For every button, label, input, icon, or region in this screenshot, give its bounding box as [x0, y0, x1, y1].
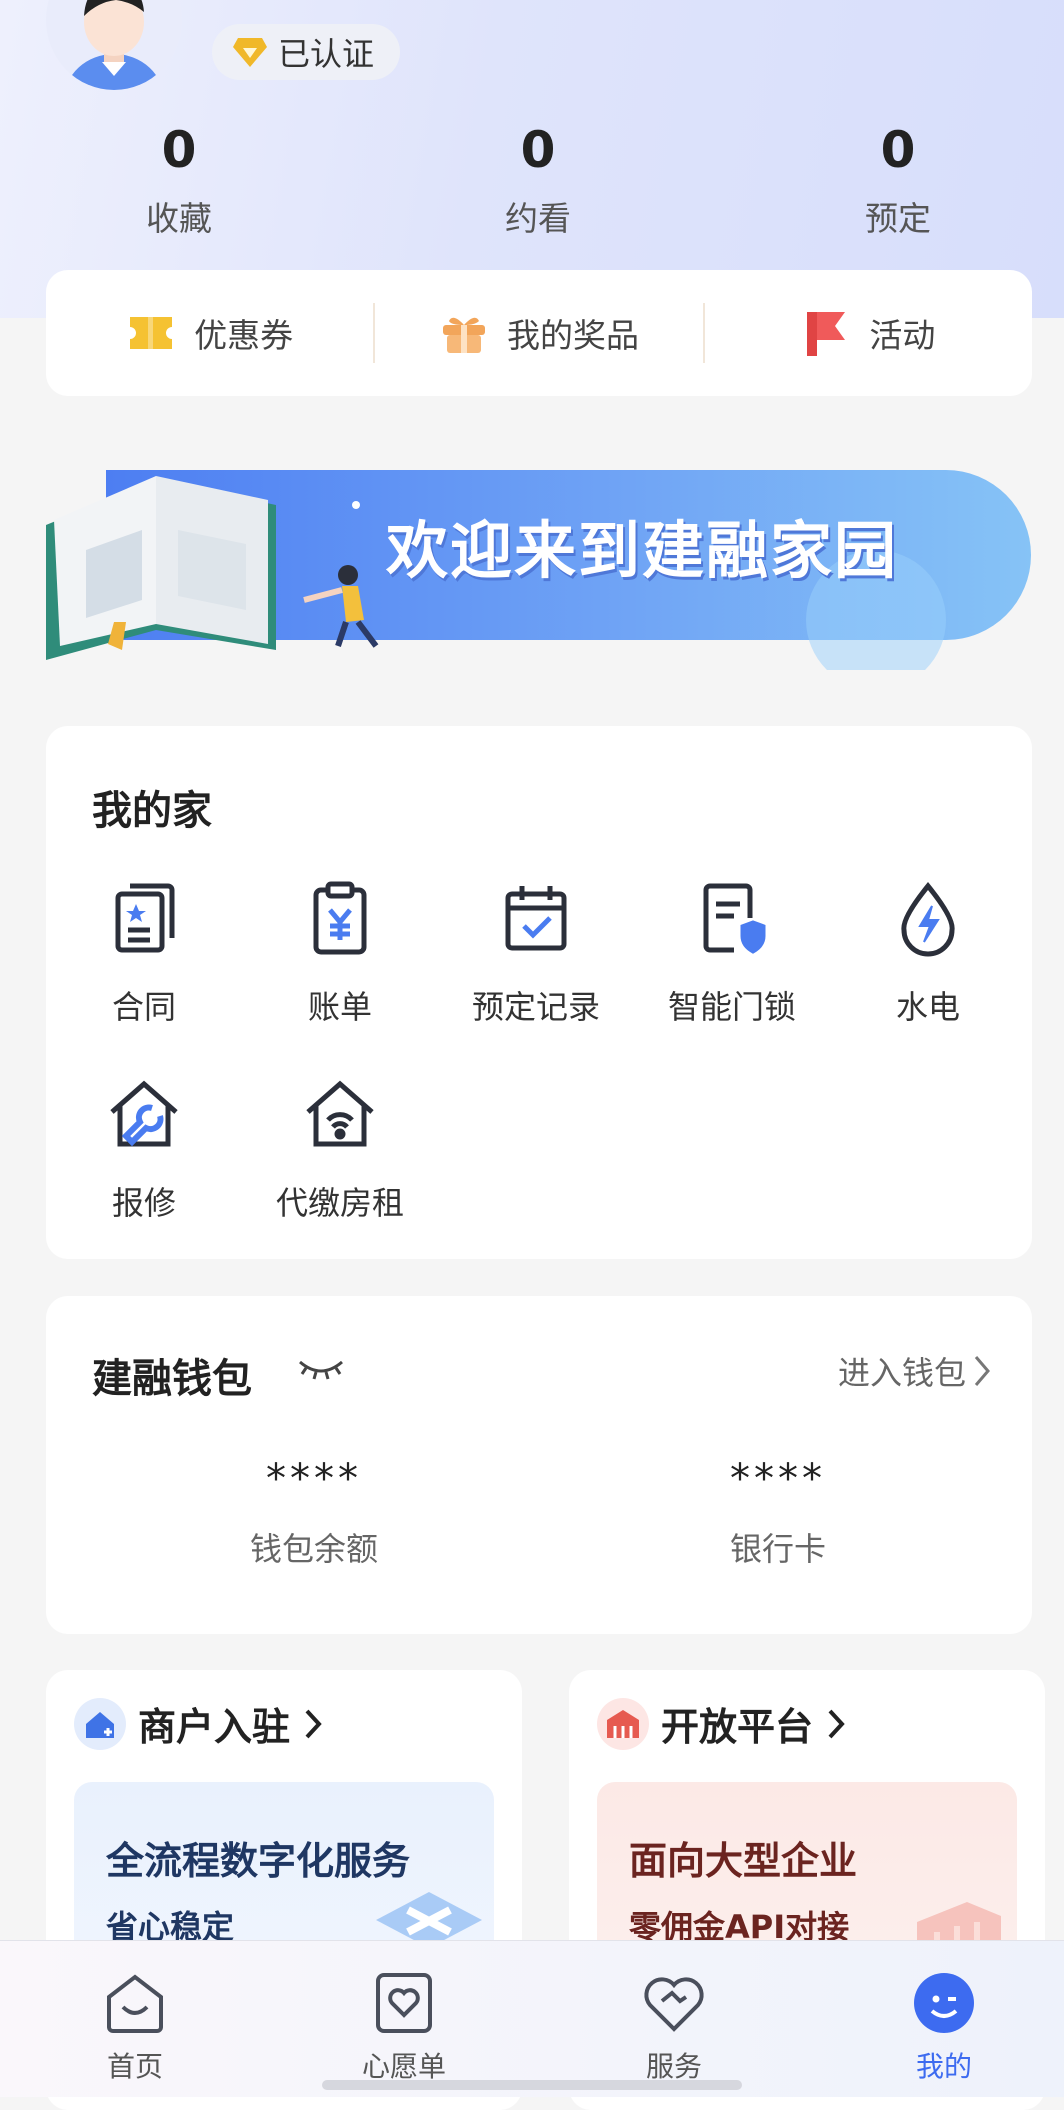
stat-viewings[interactable]: 0 约看 [438, 120, 638, 240]
prizes-button[interactable]: 我的奖品 [375, 309, 702, 357]
home-item-water-electric[interactable]: 水电 [830, 878, 1026, 1028]
tab-me[interactable]: 我的 [864, 1971, 1024, 2085]
wallet-title: 建融钱包 [92, 1356, 252, 1402]
smart-lock-icon [703, 883, 766, 954]
stat-label: 预定 [865, 199, 931, 238]
stats-row: 0 收藏 0 约看 0 预定 [0, 120, 1064, 260]
stat-value: 0 [880, 121, 916, 179]
tab-label: 服务 [645, 2050, 702, 2083]
open-platform-header[interactable]: 开放平台 [597, 1696, 847, 1751]
prizes-label: 我的奖品 [506, 316, 639, 355]
tab-label: 心愿单 [361, 2050, 446, 2083]
bank-card-value: **** [730, 1456, 826, 1502]
wishlist-icon [376, 1973, 432, 2033]
enter-wallet-label: 进入钱包 [837, 1354, 966, 1392]
rent-icon [306, 1080, 374, 1147]
gift-icon [442, 317, 485, 353]
coupon-icon [130, 317, 173, 349]
merchant-entry-header[interactable]: 商户入驻 [74, 1696, 324, 1751]
stat-favorites[interactable]: 0 收藏 [79, 120, 279, 240]
home-item-label: 账单 [307, 988, 372, 1026]
open-platform-title: 开放平台 [661, 1705, 814, 1749]
home-item-label: 合同 [111, 988, 176, 1026]
home-item-bill[interactable]: 账单 [242, 878, 438, 1028]
stat-label: 收藏 [146, 199, 212, 238]
wallet-balance-label: 钱包余额 [249, 1530, 378, 1568]
home-item-label: 智能门锁 [667, 988, 796, 1026]
repair-icon [110, 1080, 178, 1147]
welcome-banner[interactable]: 欢迎来到建融家园 [46, 450, 1032, 690]
verified-label: 已认证 [278, 35, 375, 73]
bill-icon [313, 881, 367, 955]
eye-closed-icon[interactable] [296, 1356, 346, 1382]
home-item-reservation-records[interactable]: 预定记录 [438, 878, 634, 1028]
bank-card-label: 银行卡 [729, 1530, 826, 1568]
tab-service[interactable]: 服务 [594, 1971, 754, 2085]
tab-label: 首页 [106, 2050, 163, 2083]
tab-wishlist[interactable]: 心愿单 [324, 1971, 484, 2085]
my-home-card: 我的家 合同 账单 预定记录 智能门锁 水电 报修 代缴房租 [46, 726, 1032, 1259]
contract-icon [115, 883, 175, 953]
merchant-entry-title: 商户入驻 [138, 1705, 291, 1749]
home-item-repair[interactable]: 报修 [46, 1074, 242, 1224]
home-item-label: 预定记录 [471, 988, 600, 1026]
diamond-icon [233, 38, 267, 67]
chevron-right-icon [828, 1709, 845, 1738]
chevron-right-icon [974, 1356, 990, 1386]
activity-label: 活动 [869, 316, 936, 355]
quick-actions-card: 优惠券 我的奖品 活动 [46, 270, 1032, 396]
stat-value: 0 [520, 121, 556, 179]
wallet-balance[interactable]: **** 钱包余额 [164, 1456, 464, 1570]
tab-home[interactable]: 首页 [55, 1971, 215, 2085]
tab-label: 我的 [915, 2050, 972, 2083]
water-electric-icon [901, 882, 955, 957]
open-platform-headline: 面向大型企业 [629, 1839, 858, 1883]
bank-card[interactable]: **** 银行卡 [628, 1456, 928, 1570]
activity-button[interactable]: 活动 [705, 308, 1032, 358]
stat-reservations[interactable]: 0 预定 [798, 120, 998, 240]
home-item-rent-payment[interactable]: 代缴房租 [242, 1074, 438, 1224]
my-home-title: 我的家 [92, 788, 212, 834]
store-icon [74, 1697, 126, 1750]
calendar-icon [505, 886, 567, 951]
chevron-right-icon [305, 1709, 322, 1738]
verified-badge: 已认证 [212, 24, 401, 80]
home-item-label: 水电 [895, 988, 960, 1026]
merchant-entry-headline: 全流程数字化服务 [106, 1839, 411, 1883]
home-icon [107, 1974, 163, 2033]
flag-icon [807, 312, 846, 356]
service-icon [644, 1977, 704, 2032]
home-item-smart-lock[interactable]: 智能门锁 [634, 878, 830, 1028]
bottom-tab-bar: 首页 心愿单 服务 我的 [0, 1940, 1064, 2097]
coupon-button[interactable]: 优惠券 [46, 309, 373, 357]
building-icon [597, 1697, 649, 1750]
home-item-label: 代缴房租 [275, 1184, 404, 1222]
stat-label: 约看 [505, 199, 571, 238]
home-item-label: 报修 [111, 1184, 176, 1222]
wallet-card: 建融钱包 进入钱包 **** 钱包余额 **** 银行卡 [46, 1296, 1032, 1634]
stat-value: 0 [161, 121, 197, 179]
home-indicator [322, 2080, 742, 2090]
me-icon [914, 1973, 974, 2033]
home-item-contract[interactable]: 合同 [46, 878, 242, 1028]
wallet-balance-value: **** [266, 1456, 362, 1502]
banner-text: 欢迎来到建融家园 [386, 514, 899, 587]
coupon-label: 优惠券 [194, 316, 294, 355]
enter-wallet-link[interactable]: 进入钱包 [838, 1348, 992, 1394]
